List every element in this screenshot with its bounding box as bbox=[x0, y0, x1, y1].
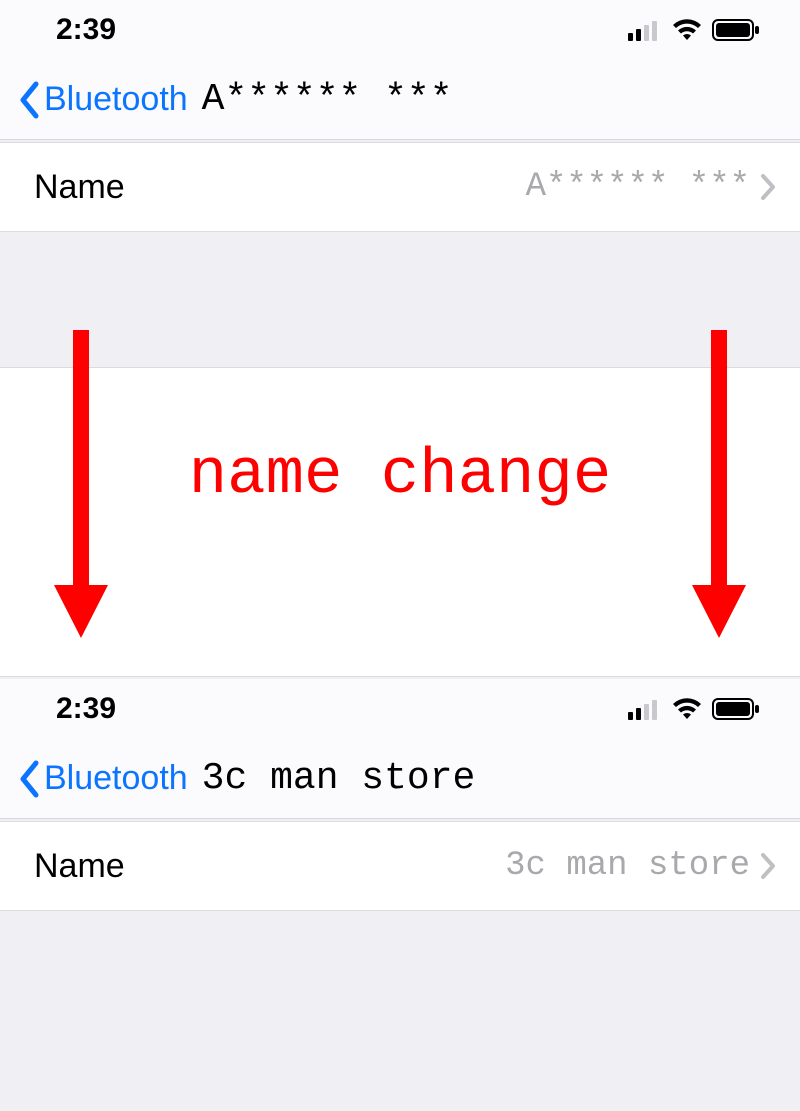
chevron-left-icon bbox=[18, 760, 40, 798]
back-label: Bluetooth bbox=[44, 759, 188, 798]
panel-before: 2:39 bbox=[0, 0, 800, 232]
battery-icon bbox=[712, 698, 760, 720]
status-time: 2:39 bbox=[56, 13, 116, 47]
chevron-right-icon bbox=[760, 852, 776, 880]
row-value-name: A****** *** bbox=[526, 168, 750, 206]
panel-after: 2:39 Bluetooth bbox=[0, 679, 800, 911]
separator bbox=[0, 911, 800, 1111]
page-title: 3c man store bbox=[202, 757, 476, 800]
back-label: Bluetooth bbox=[44, 80, 188, 119]
row-value-name: 3c man store bbox=[505, 847, 750, 885]
back-button[interactable]: Bluetooth bbox=[18, 80, 188, 119]
row-label-name: Name bbox=[34, 847, 125, 886]
back-button[interactable]: Bluetooth bbox=[18, 759, 188, 798]
status-bar: 2:39 bbox=[0, 679, 800, 739]
nav-bar: Bluetooth A****** *** bbox=[0, 60, 800, 140]
cellular-icon bbox=[628, 698, 662, 720]
separator bbox=[0, 232, 800, 367]
row-label-name: Name bbox=[34, 168, 125, 207]
status-bar: 2:39 bbox=[0, 0, 800, 60]
chevron-left-icon bbox=[18, 81, 40, 119]
wifi-icon bbox=[672, 19, 702, 41]
page-title: A****** *** bbox=[202, 78, 453, 121]
cellular-icon bbox=[628, 19, 662, 41]
blank-panel bbox=[0, 367, 800, 677]
chevron-right-icon bbox=[760, 173, 776, 201]
status-time: 2:39 bbox=[56, 692, 116, 726]
battery-icon bbox=[712, 19, 760, 41]
name-row[interactable]: Name 3c man store bbox=[0, 821, 800, 911]
nav-bar: Bluetooth 3c man store bbox=[0, 739, 800, 819]
name-row[interactable]: Name A****** *** bbox=[0, 142, 800, 232]
wifi-icon bbox=[672, 698, 702, 720]
